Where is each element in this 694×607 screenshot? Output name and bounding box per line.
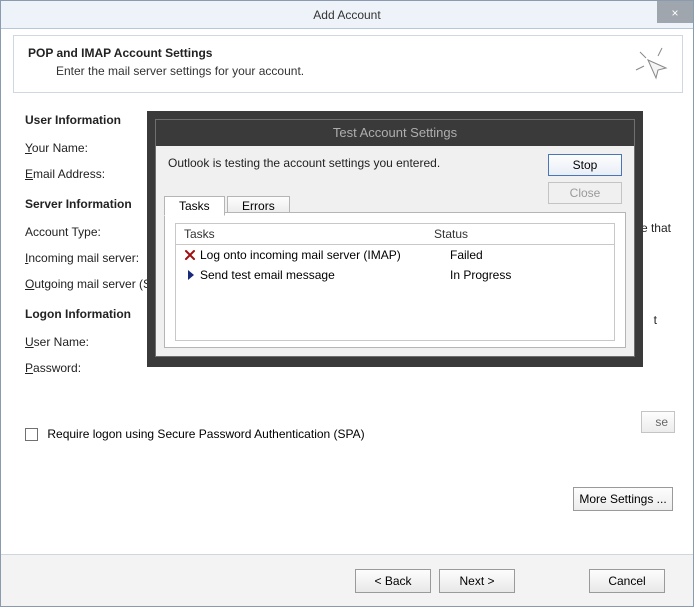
col-header-status: Status (426, 224, 614, 244)
truncated-text-line1: e that (641, 221, 671, 235)
close-icon: × (671, 6, 678, 20)
add-account-window: Add Account × POP and IMAP Account Setti… (0, 0, 694, 607)
task-row: Log onto incoming mail server (IMAP) Fai… (176, 245, 614, 265)
close-button-disabled: Close (548, 182, 622, 204)
back-button[interactable]: < Back (355, 569, 431, 593)
stop-button[interactable]: Stop (548, 154, 622, 176)
spa-label: Require logon using Secure Password Auth… (47, 427, 364, 441)
modal-body: Outlook is testing the account settings … (156, 146, 634, 356)
failed-icon (182, 247, 198, 263)
truncated-button[interactable]: se (641, 411, 675, 433)
in-progress-icon (182, 267, 198, 283)
tab-tasks[interactable]: Tasks (164, 196, 225, 216)
wizard-title: POP and IMAP Account Settings (28, 46, 668, 60)
spa-checkbox[interactable] (25, 428, 38, 441)
task-table-header: Tasks Status (176, 224, 614, 245)
task-name: Send test email message (198, 268, 442, 282)
truncated-text-line2: t (654, 313, 657, 327)
task-status: In Progress (442, 268, 608, 282)
next-button[interactable]: Next > (439, 569, 515, 593)
more-settings-button[interactable]: More Settings ... (573, 487, 673, 511)
wizard-subtitle: Enter the mail server settings for your … (56, 64, 668, 78)
modal-title: Test Account Settings (156, 120, 634, 146)
task-row: Send test email message In Progress (176, 265, 614, 285)
cursor-click-icon (632, 44, 672, 84)
task-name: Log onto incoming mail server (IMAP) (198, 248, 442, 262)
titlebar: Add Account × (1, 1, 693, 29)
spa-checkbox-row: Require logon using Secure Password Auth… (25, 427, 669, 441)
task-status: Failed (442, 248, 608, 262)
cancel-button[interactable]: Cancel (589, 569, 665, 593)
wizard-header: POP and IMAP Account Settings Enter the … (13, 35, 683, 93)
col-header-tasks: Tasks (176, 224, 426, 244)
task-table: Tasks Status Log onto incoming mail serv… (175, 223, 615, 341)
test-account-settings-dialog: Test Account Settings Outlook is testing… (155, 119, 635, 357)
window-title: Add Account (313, 8, 380, 22)
wizard-footer: < Back Next > Cancel (1, 554, 693, 606)
window-close-button[interactable]: × (657, 1, 693, 23)
task-panel: Tasks Status Log onto incoming mail serv… (164, 212, 626, 348)
